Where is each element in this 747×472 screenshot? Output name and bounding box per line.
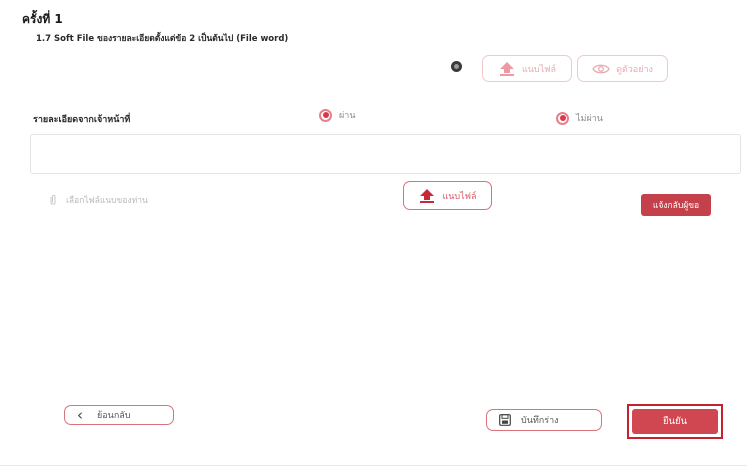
paperclip-icon xyxy=(50,194,56,205)
eye-icon xyxy=(592,64,610,73)
radio-fail-circle[interactable] xyxy=(556,111,569,125)
officer-detail-label: รายละเอียดจากเจ้าหน้าที่ xyxy=(33,115,131,125)
page-title: ครั้งที่ 1 xyxy=(22,12,63,26)
back-label: ย้อนกลับ xyxy=(97,411,131,421)
radio-pass-label: ผ่าน xyxy=(339,111,356,121)
save-icon xyxy=(499,414,511,426)
bottom-divider xyxy=(0,465,747,466)
attach-file-button[interactable]: แนบไฟล์ xyxy=(403,181,492,210)
preview-label: ดูตัวอย่าง xyxy=(616,64,653,75)
radio-fail[interactable]: ไม่ผ่าน xyxy=(556,111,603,125)
save-draft-button[interactable]: บันทึกร่าง xyxy=(486,409,602,431)
radio-fail-label: ไม่ผ่าน xyxy=(576,114,603,124)
save-draft-label: บันทึกร่าง xyxy=(521,416,559,426)
chevron-left-icon: ‹ xyxy=(77,405,83,424)
back-button[interactable]: ‹ ย้อนกลับ xyxy=(64,405,174,425)
attach-file-label: แนบไฟล์ xyxy=(442,191,477,202)
preview-button[interactable]: ดูตัวอย่าง xyxy=(577,55,668,82)
officer-comment-field[interactable] xyxy=(30,134,741,174)
form-page: ครั้งที่ 1 1.7 Soft File ของรายละเอียดตั… xyxy=(0,0,747,472)
upload-arrow-icon xyxy=(420,188,435,203)
remove-file-icon[interactable] xyxy=(451,61,462,72)
file-select-placeholder: เลือกไฟล์แนบของท่าน xyxy=(66,196,148,206)
radio-pass-circle[interactable] xyxy=(319,108,332,122)
attach-file-button-top[interactable]: แนบไฟล์ xyxy=(482,55,572,82)
radio-pass[interactable]: ผ่าน xyxy=(319,108,355,122)
confirm-button[interactable]: ยืนยัน xyxy=(632,409,718,434)
section-subtitle: 1.7 Soft File ของรายละเอียดตั้งแต่ข้อ 2 … xyxy=(36,34,289,44)
notify-requester-button[interactable]: แจ้งกลับผู้ขอ xyxy=(641,194,711,216)
upload-arrow-icon xyxy=(499,61,514,76)
attach-file-label: แนบไฟล์ xyxy=(521,64,557,75)
file-select[interactable]: เลือกไฟล์แนบของท่าน xyxy=(48,193,148,207)
